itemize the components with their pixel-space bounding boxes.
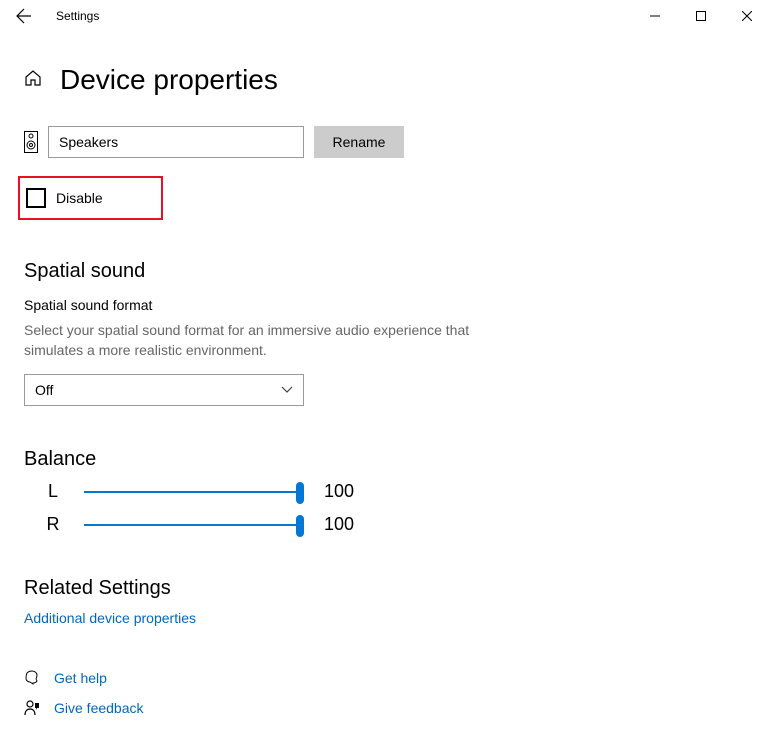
balance-right-slider[interactable]: [84, 524, 300, 526]
get-help-link[interactable]: Get help: [24, 670, 746, 686]
slider-thumb[interactable]: [296, 482, 304, 504]
balance-left-slider[interactable]: [84, 491, 300, 493]
give-feedback-link[interactable]: Give feedback: [24, 700, 746, 716]
close-button[interactable]: [724, 0, 770, 32]
minimize-button[interactable]: [632, 0, 678, 32]
page-title: Device properties: [60, 64, 278, 96]
balance-right-value: 100: [324, 514, 354, 535]
device-name-input[interactable]: [48, 126, 304, 158]
disable-checkbox[interactable]: [26, 188, 46, 208]
spatial-format-label: Spatial sound format: [24, 297, 746, 313]
balance-left-value: 100: [324, 481, 354, 502]
spatial-sound-heading: Spatial sound: [24, 260, 746, 283]
rename-button[interactable]: Rename: [314, 126, 404, 158]
related-settings-heading: Related Settings: [24, 577, 746, 600]
window-title: Settings: [56, 9, 99, 23]
help-icon: [24, 670, 40, 686]
home-icon[interactable]: [24, 69, 42, 92]
spatial-format-selected: Off: [35, 382, 53, 398]
arrow-left-icon: [16, 8, 32, 24]
feedback-icon: [24, 700, 40, 716]
speaker-icon: [24, 131, 38, 153]
close-icon: [742, 11, 752, 21]
maximize-icon: [696, 11, 706, 21]
chevron-down-icon: [281, 386, 293, 394]
give-feedback-text: Give feedback: [54, 700, 144, 716]
disable-label: Disable: [56, 190, 103, 206]
slider-thumb[interactable]: [296, 515, 304, 537]
maximize-button[interactable]: [678, 0, 724, 32]
additional-properties-link[interactable]: Additional device properties: [24, 610, 746, 626]
spatial-description: Select your spatial sound format for an …: [24, 321, 504, 360]
back-button[interactable]: [8, 0, 40, 32]
balance-right-label: R: [38, 514, 68, 535]
balance-left-label: L: [38, 481, 68, 502]
get-help-text: Get help: [54, 670, 107, 686]
balance-heading: Balance: [24, 448, 746, 471]
disable-highlight: Disable: [18, 176, 163, 220]
spatial-format-dropdown[interactable]: Off: [24, 374, 304, 406]
minimize-icon: [650, 11, 660, 21]
